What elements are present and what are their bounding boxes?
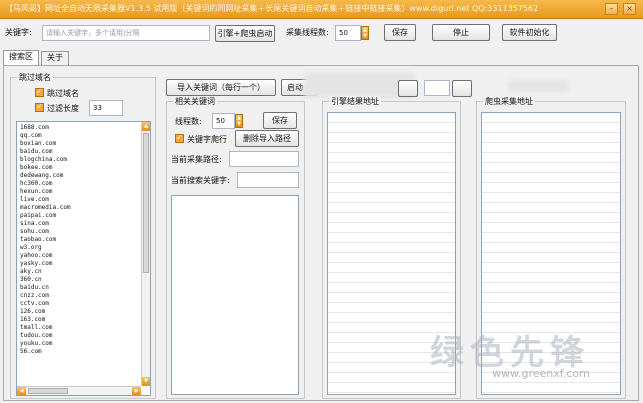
- domain-list-item[interactable]: blogchina.com: [17, 156, 150, 164]
- domain-list-vscroll[interactable]: ▲ ▼: [141, 122, 150, 386]
- domain-list-item[interactable]: 163.com: [17, 316, 150, 324]
- domain-list-item[interactable]: 126.com: [17, 308, 150, 316]
- domain-list-item[interactable]: baidu.com: [17, 148, 150, 156]
- title-bar: 【马风哥】网址全自动无限采集器V1.3.5 试用版（关键词的同网址采集＋长尾关键…: [0, 0, 643, 19]
- crawler-results-title: 爬虫采集地址: [483, 96, 535, 107]
- domain-list-hscroll[interactable]: ◀ ▶: [17, 386, 141, 395]
- hscroll-thumb[interactable]: [28, 388, 68, 394]
- init-button[interactable]: 软件初始化: [502, 24, 557, 41]
- delete-import-path-button[interactable]: 删除导入路径: [235, 130, 299, 147]
- filter-length-checkbox[interactable]: [35, 102, 44, 112]
- domain-list-items: 1688.com qq.com boxian.com baidu.com blogchi…: [17, 122, 150, 356]
- threads-spin-down-icon[interactable]: ▼: [236, 121, 242, 127]
- obscured-button-2[interactable]: [452, 80, 472, 97]
- watermark: 绿色先锋 www.greenxf.com: [430, 325, 635, 395]
- keyword-crawl-label: 关键字爬行: [187, 135, 227, 144]
- domain-list-item[interactable]: live.com: [17, 196, 150, 204]
- current-keyword-input[interactable]: [237, 172, 299, 188]
- skip-domain-checkbox-label: 跳过域名: [47, 89, 79, 98]
- spin-down-icon[interactable]: ▼: [362, 33, 368, 39]
- toolbar: 关键字: 请输入关键字，多个请用|分隔 引擎+爬虫启动 采集线程数: 50 ▲ ▼…: [0, 19, 643, 51]
- keyword-label: 关键字:: [5, 28, 32, 37]
- blurred-region-right: [509, 80, 569, 92]
- close-icon[interactable]: ×: [623, 3, 636, 15]
- skip-domain-group: 跳过域名 跳过域名 过滤长度 33 1688.comqq.comboxian.c…: [10, 72, 156, 399]
- skip-domain-checkbox[interactable]: [35, 87, 44, 97]
- domain-list-item[interactable]: 1688.com: [17, 124, 150, 132]
- toolbar-save-button[interactable]: 保存: [384, 24, 416, 41]
- filter-length-input[interactable]: 33: [89, 100, 123, 116]
- scroll-left-icon[interactable]: ◀: [17, 387, 26, 395]
- engine-results-title: 引擎结果地址: [329, 96, 381, 107]
- obscured-input[interactable]: [424, 80, 450, 96]
- domain-list-item[interactable]: hexun.com: [17, 188, 150, 196]
- domain-list-item[interactable]: tmall.com: [17, 324, 150, 332]
- related-keywords-title: 相关关键词: [173, 96, 217, 107]
- collect-threads-input[interactable]: 50: [335, 25, 361, 41]
- collect-threads-spinner[interactable]: ▲ ▼: [361, 26, 369, 40]
- domain-list-item[interactable]: macromedia.com: [17, 204, 150, 212]
- scroll-down-icon[interactable]: ▼: [142, 377, 150, 386]
- current-path-input[interactable]: [229, 151, 299, 167]
- filter-length-label: 过滤长度: [47, 104, 79, 113]
- domain-list-item[interactable]: youku.com: [17, 340, 150, 348]
- related-keywords-textarea[interactable]: [171, 195, 299, 395]
- domain-list-item[interactable]: yahoo.com: [17, 252, 150, 260]
- stop-button[interactable]: 停止: [432, 24, 490, 41]
- threads-input[interactable]: 50: [212, 113, 235, 129]
- minimize-icon[interactable]: –: [605, 3, 618, 15]
- vscroll-thumb[interactable]: [143, 133, 149, 273]
- current-keyword-label: 当前搜索关键字:: [171, 176, 230, 185]
- domain-list-item[interactable]: sina.com: [17, 220, 150, 228]
- domain-list-item[interactable]: sohu.com: [17, 228, 150, 236]
- domain-list-item[interactable]: w3.org: [17, 244, 150, 252]
- engine-start-button[interactable]: 引擎+爬虫启动: [215, 25, 275, 42]
- domain-list-item[interactable]: yasky.com: [17, 260, 150, 268]
- domain-list-item[interactable]: cnzz.com: [17, 292, 150, 300]
- domain-list-item[interactable]: aky.cn: [17, 268, 150, 276]
- keyword-input[interactable]: 请输入关键字，多个请用|分隔: [42, 25, 210, 41]
- domain-list-item[interactable]: boxian.com: [17, 140, 150, 148]
- collect-threads-label: 采集线程数:: [286, 28, 329, 37]
- keyword-placeholder: 请输入关键字，多个请用|分隔: [46, 29, 140, 37]
- domain-list-item[interactable]: paipai.com: [17, 212, 150, 220]
- domain-list-item[interactable]: qq.com: [17, 132, 150, 140]
- skip-domain-group-title: 跳过域名: [17, 72, 53, 83]
- current-path-label: 当前采集路径:: [171, 155, 222, 164]
- domain-list-item[interactable]: 56.com: [17, 348, 150, 356]
- skip-domain-list[interactable]: 1688.com qq.com boxian.com baidu.com blogchi…: [16, 121, 151, 396]
- scroll-right-icon[interactable]: ▶: [132, 387, 141, 395]
- obscured-button-1[interactable]: [398, 80, 418, 97]
- tab-about[interactable]: 关于: [41, 51, 69, 65]
- watermark-url: www.greenxf.com: [492, 367, 590, 380]
- import-keywords-button[interactable]: 导入关键词（每行一个）: [166, 79, 276, 96]
- domain-list-item[interactable]: baidu.cn: [17, 284, 150, 292]
- tab-search[interactable]: 搜索区: [3, 50, 39, 65]
- related-keywords-group: 相关关键词 线程数: 50 ▲▼ 保存 关键字爬行 删除导入路径 当前采集路径:…: [166, 96, 305, 399]
- domain-list-item[interactable]: bokee.com: [17, 164, 150, 172]
- domain-list-item[interactable]: dedewang.com: [17, 172, 150, 180]
- domain-list-item[interactable]: taobao.com: [17, 236, 150, 244]
- related-save-button[interactable]: 保存: [263, 112, 297, 129]
- window-title: 【马风哥】网址全自动无限采集器V1.3.5 试用版（关键词的同网址采集＋长尾关键…: [5, 4, 539, 13]
- threads-spinner[interactable]: ▲ ▼: [235, 114, 243, 128]
- scroll-up-icon[interactable]: ▲: [142, 122, 150, 131]
- domain-list-item[interactable]: hc360.com: [17, 180, 150, 188]
- domain-list-item[interactable]: cctv.com: [17, 300, 150, 308]
- keyword-crawl-checkbox[interactable]: [175, 133, 184, 143]
- threads-label: 线程数:: [175, 117, 202, 126]
- domain-list-item[interactable]: tudou.com: [17, 332, 150, 340]
- domain-list-item[interactable]: 360.cn: [17, 276, 150, 284]
